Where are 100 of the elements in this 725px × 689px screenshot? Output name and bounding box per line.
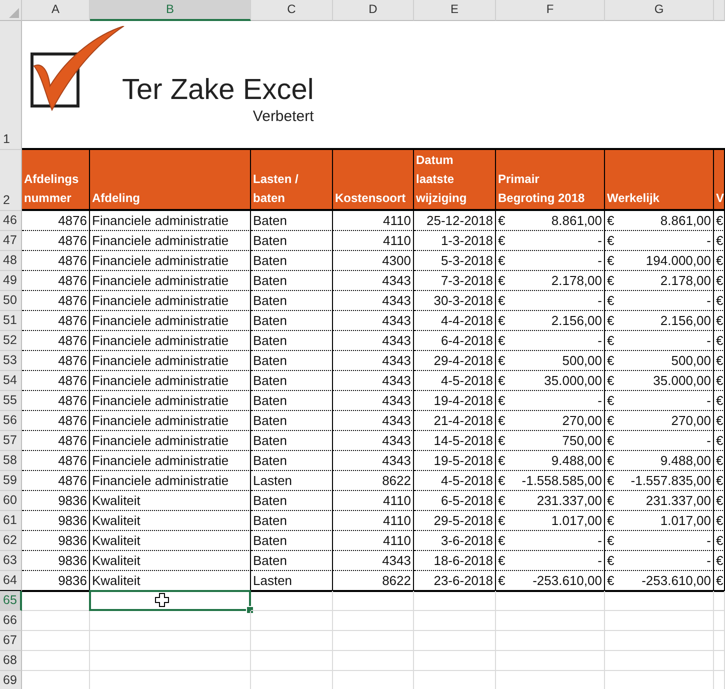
currency-symbol: €	[607, 312, 614, 330]
table-cell: Financiele administratie	[90, 411, 251, 431]
selected-cell[interactable]	[89, 590, 251, 611]
amount: 500,00	[671, 352, 711, 370]
table-cell: 4343	[333, 431, 414, 451]
empty-cell[interactable]	[714, 651, 725, 671]
empty-cell[interactable]	[251, 651, 333, 671]
empty-cell[interactable]	[605, 651, 714, 671]
row-header[interactable]: 63	[0, 551, 22, 571]
row-header[interactable]: 60	[0, 491, 22, 511]
column-header[interactable]: F	[496, 0, 605, 21]
table-cell: 4876	[22, 291, 90, 311]
table-cell: 4876	[22, 411, 90, 431]
empty-cell[interactable]	[333, 611, 414, 631]
empty-cell[interactable]	[414, 631, 496, 651]
table-cell: Baten	[251, 511, 333, 531]
table-cell: 9836	[22, 571, 90, 592]
row-header[interactable]: 69	[0, 671, 22, 689]
column-header[interactable]: G	[605, 0, 714, 21]
currency-symbol: €	[716, 412, 724, 430]
empty-cell[interactable]	[333, 631, 414, 651]
currency-symbol: €	[716, 392, 724, 410]
table-cell: 3-6-2018	[414, 531, 496, 551]
empty-cell[interactable]	[714, 591, 725, 611]
row-header[interactable]: 67	[0, 631, 22, 651]
empty-cell[interactable]	[414, 651, 496, 671]
table-cell: Baten	[251, 351, 333, 371]
empty-cell[interactable]	[714, 631, 725, 651]
row-header[interactable]: 47	[0, 231, 22, 251]
column-header[interactable]: C	[251, 0, 333, 21]
row-header[interactable]: 55	[0, 391, 22, 411]
empty-cell[interactable]	[251, 611, 333, 631]
row-header[interactable]: 1	[0, 20, 22, 150]
table-cell: Financiele administratie	[90, 371, 251, 391]
table-cell: Baten	[251, 551, 333, 571]
empty-cell[interactable]	[496, 631, 605, 651]
column-header[interactable]: B	[90, 0, 251, 21]
empty-cell[interactable]	[333, 591, 414, 611]
currency-symbol: €	[607, 352, 614, 370]
row-header[interactable]: 62	[0, 531, 22, 551]
row-header[interactable]: 52	[0, 331, 22, 351]
column-heading: Lasten / baten	[251, 150, 333, 211]
row-header[interactable]: 64	[0, 571, 22, 592]
column-header[interactable]: D	[333, 0, 414, 21]
empty-cell[interactable]	[496, 651, 605, 671]
select-all-icon[interactable]	[9, 8, 19, 18]
table-cell: Lasten	[251, 471, 333, 491]
cross-cursor-icon	[155, 593, 169, 607]
empty-cell[interactable]	[714, 611, 725, 631]
row-header[interactable]: 58	[0, 451, 22, 471]
currency-symbol: €	[498, 432, 506, 450]
currency-symbol: €	[607, 372, 614, 390]
empty-cell[interactable]	[605, 591, 714, 611]
table-cell: Baten	[251, 271, 333, 291]
empty-cell[interactable]	[251, 631, 333, 651]
empty-cell[interactable]	[414, 611, 496, 631]
currency-symbol: €	[498, 572, 506, 590]
amount: -	[598, 332, 602, 350]
currency-symbol: €	[716, 452, 724, 470]
empty-cell[interactable]	[90, 611, 251, 631]
empty-cell[interactable]	[605, 631, 714, 651]
row-header[interactable]: 2	[0, 150, 22, 211]
row-header[interactable]: 57	[0, 431, 22, 451]
currency-symbol: €	[498, 492, 506, 510]
amount: -253.610,00	[642, 572, 711, 590]
currency-symbol: €	[498, 332, 506, 350]
empty-cell[interactable]	[333, 651, 414, 671]
row-header[interactable]: 50	[0, 291, 22, 311]
amount: 270,00	[562, 412, 602, 430]
row-header[interactable]: 59	[0, 471, 22, 491]
amount: 750,00	[562, 432, 602, 450]
empty-cell[interactable]	[251, 591, 333, 611]
amount: -	[706, 232, 711, 250]
row-header[interactable]: 53	[0, 351, 22, 371]
row-header[interactable]: 68	[0, 651, 22, 671]
amount: -	[706, 552, 711, 570]
row-header[interactable]: 54	[0, 371, 22, 391]
row-header[interactable]: 49	[0, 271, 22, 291]
row-header[interactable]: 65	[0, 591, 22, 611]
row-header[interactable]: 56	[0, 411, 22, 431]
fill-handle[interactable]	[246, 606, 254, 614]
empty-cell[interactable]	[90, 651, 251, 671]
row-header[interactable]: 51	[0, 311, 22, 331]
empty-cell[interactable]	[605, 611, 714, 631]
column-header[interactable]	[714, 0, 725, 21]
table-cell: Kwaliteit	[90, 511, 251, 531]
row-header[interactable]: 61	[0, 511, 22, 531]
row-header[interactable]: 48	[0, 251, 22, 271]
empty-cell[interactable]	[496, 591, 605, 611]
row-header[interactable]: 46	[0, 211, 22, 231]
table-cell: Baten	[251, 431, 333, 451]
currency-symbol: €	[716, 212, 724, 230]
table-cell: 4110	[333, 531, 414, 551]
row-header[interactable]: 66	[0, 611, 22, 631]
empty-cell[interactable]	[90, 631, 251, 651]
empty-cell[interactable]	[496, 611, 605, 631]
column-header[interactable]: E	[414, 0, 496, 21]
currency-symbol: €	[607, 552, 614, 570]
currency-symbol: €	[716, 572, 724, 590]
empty-cell[interactable]	[414, 591, 496, 611]
